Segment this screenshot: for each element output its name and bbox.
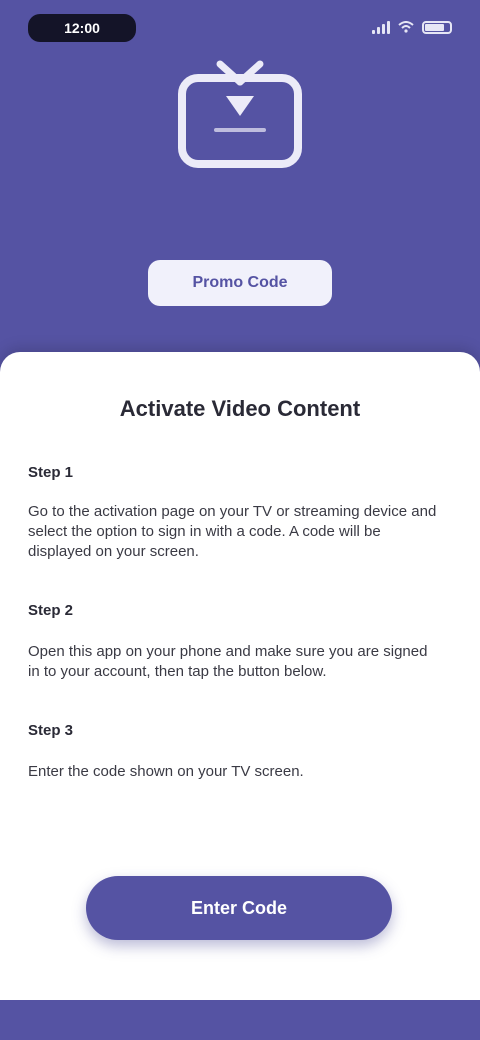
battery-icon [422, 20, 452, 34]
instructions-sheet: Activate Video Content Step 1 Go to the … [0, 352, 480, 1000]
status-bar: 12:00 [0, 0, 480, 50]
step-1-text: Go to the activation page on your TV or … [28, 503, 437, 560]
step-2-label: Step 2 [28, 602, 74, 619]
battery-level [425, 23, 445, 31]
hero-header: Promo Code [0, 50, 480, 350]
step-3-text: Enter the code shown on your TV screen. [28, 763, 304, 780]
step-1-label: Step 1 [28, 464, 74, 481]
sheet-title: Activate Video Content [119, 396, 361, 421]
status-time: 12:00 [28, 14, 136, 42]
wifi-icon [398, 21, 414, 33]
signal-icon [372, 20, 390, 34]
step-3-label: Step 3 [28, 722, 74, 739]
bottom-bar [0, 1000, 480, 1040]
promo-code-badge: Promo Code [148, 260, 332, 306]
enter-code-button[interactable]: Enter Code [86, 876, 392, 940]
tv-icon [178, 60, 302, 168]
status-icons [372, 20, 452, 34]
step-2-text: Open this app on your phone and make sur… [28, 643, 428, 680]
